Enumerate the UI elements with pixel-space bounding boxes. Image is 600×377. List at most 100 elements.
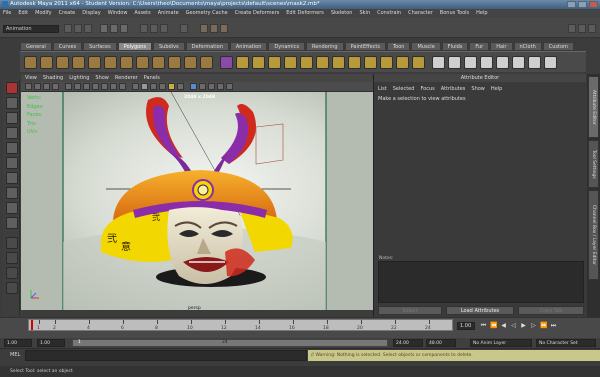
bookmark-icon[interactable] — [43, 83, 50, 90]
playback-start-field[interactable]: 1.00 — [37, 339, 65, 347]
tab-rendering[interactable]: Rendering — [306, 42, 344, 51]
combine-icon[interactable] — [220, 56, 233, 69]
new-scene-icon[interactable] — [64, 24, 72, 33]
layout-four-icon[interactable] — [6, 252, 18, 264]
poly-cube-icon[interactable] — [40, 56, 53, 69]
rotate-tool-icon[interactable] — [6, 142, 18, 154]
open-scene-icon[interactable] — [74, 24, 82, 33]
high-quality-icon[interactable] — [190, 83, 197, 90]
poly-pyramid-icon[interactable] — [136, 56, 149, 69]
menu-display[interactable]: Display — [82, 9, 100, 18]
menu-create[interactable]: Create — [59, 9, 76, 18]
shadows-icon[interactable] — [177, 83, 184, 90]
layout-persp-outliner-icon[interactable] — [6, 267, 18, 279]
gate-mask-icon[interactable] — [92, 83, 99, 90]
menu-constrain[interactable]: Constrain — [377, 9, 401, 18]
universal-manipulator-icon[interactable] — [6, 172, 18, 184]
layout-single-icon[interactable] — [6, 237, 18, 249]
select-hierarchy-icon[interactable] — [100, 24, 108, 33]
soft-modification-icon[interactable] — [6, 187, 18, 199]
menu-assets[interactable]: Assets — [134, 9, 150, 18]
tab-animation[interactable]: Animation — [229, 42, 268, 51]
smooth-shade-icon[interactable] — [141, 83, 148, 90]
grid-icon[interactable] — [65, 83, 72, 90]
boolean-intersect-icon[interactable] — [316, 56, 329, 69]
viewport-menu-shading[interactable]: Shading — [43, 74, 63, 82]
uv-editor-icon[interactable] — [496, 56, 509, 69]
menu-file[interactable]: File — [3, 9, 11, 18]
scale-tool-icon[interactable] — [6, 157, 18, 169]
tab-general[interactable]: General — [20, 42, 52, 51]
show-channel-box-icon[interactable] — [588, 24, 596, 33]
load-attributes-button[interactable]: Load Attributes — [446, 306, 514, 315]
layout-persp-graph-icon[interactable] — [6, 282, 18, 294]
wireframe-on-shaded-icon[interactable] — [150, 83, 157, 90]
uv-automatic-icon[interactable] — [480, 56, 493, 69]
animation-start-field[interactable]: 1.00 — [4, 339, 32, 347]
poly-pipe-icon[interactable] — [152, 56, 165, 69]
poly-sphere-icon[interactable] — [24, 56, 37, 69]
ae-menu-attributes[interactable]: Attributes — [441, 86, 466, 92]
snap-point-icon[interactable] — [160, 24, 168, 33]
poly-torus-icon[interactable] — [104, 56, 117, 69]
step-back-frame-icon[interactable]: ◀ — [500, 322, 507, 329]
xray-icon[interactable] — [199, 83, 206, 90]
select-tool-icon[interactable] — [6, 82, 18, 94]
tab-toon[interactable]: Toon — [386, 42, 411, 51]
snap-curve-icon[interactable] — [150, 24, 158, 33]
current-time-marker[interactable] — [31, 320, 33, 330]
maximize-button[interactable] — [578, 1, 587, 8]
play-forward-icon[interactable]: ▶ — [520, 322, 527, 329]
select-object-icon[interactable] — [110, 24, 118, 33]
tab-muscle[interactable]: Muscle — [411, 42, 441, 51]
poly-cylinder-icon[interactable] — [56, 56, 69, 69]
menu-edit-deformers[interactable]: Edit Deformers — [286, 9, 324, 18]
playback-end-field[interactable]: 24.00 — [393, 339, 423, 347]
uv-cylindrical-icon[interactable] — [448, 56, 461, 69]
lasso-tool-icon[interactable] — [6, 97, 18, 109]
menu-help[interactable]: Help — [476, 9, 487, 18]
step-forward-frame-icon[interactable]: ▷ — [530, 322, 537, 329]
tab-channel-box[interactable]: Channel Box / Layer Editor — [588, 190, 599, 280]
select-button[interactable]: Select — [378, 306, 442, 315]
mirror-geometry-icon[interactable] — [332, 56, 345, 69]
tab-custom[interactable]: Custom — [542, 42, 574, 51]
smooth-icon[interactable] — [268, 56, 281, 69]
current-frame-field[interactable]: 1.00 — [457, 322, 475, 330]
poly-platonic-icon[interactable] — [200, 56, 213, 69]
show-manipulator-icon[interactable] — [6, 202, 18, 214]
wireframe-icon[interactable] — [132, 83, 139, 90]
copy-tab-button[interactable]: Copy Tab — [518, 306, 584, 315]
isolate-select-icon[interactable] — [226, 83, 233, 90]
poly-plane-icon[interactable] — [88, 56, 101, 69]
menu-character[interactable]: Character — [408, 9, 433, 18]
append-polygon-icon[interactable] — [380, 56, 393, 69]
ae-menu-list[interactable]: List — [378, 86, 387, 92]
play-backward-icon[interactable]: ◁ — [510, 322, 517, 329]
ipr-render-icon[interactable] — [210, 24, 218, 33]
menu-create-deformers[interactable]: Create Deformers — [235, 9, 280, 18]
menu-skin[interactable]: Skin — [359, 9, 370, 18]
backface-culling-icon[interactable] — [217, 83, 224, 90]
step-back-key-icon[interactable]: ⏪ — [490, 322, 497, 329]
menu-set-dropdown[interactable]: Animation — [3, 25, 59, 33]
tab-deformation[interactable]: Deformation — [185, 42, 229, 51]
tab-surfaces[interactable]: Surfaces — [83, 42, 117, 51]
separate-icon[interactable] — [236, 56, 249, 69]
ae-menu-show[interactable]: Show — [471, 86, 485, 92]
uv-layout-icon[interactable] — [528, 56, 541, 69]
render-icon[interactable] — [200, 24, 208, 33]
viewport-menu-lighting[interactable]: Lighting — [69, 74, 89, 82]
extrude-icon[interactable] — [348, 56, 361, 69]
camera-attributes-icon[interactable] — [34, 83, 41, 90]
tab-hair[interactable]: Hair — [490, 42, 513, 51]
move-tool-icon[interactable] — [6, 127, 18, 139]
film-gate-icon[interactable] — [74, 83, 81, 90]
tab-attribute-editor[interactable]: Attribute Editor — [588, 76, 599, 138]
tab-dynamics[interactable]: Dynamics — [268, 42, 306, 51]
image-plane-icon[interactable] — [52, 83, 59, 90]
history-icon[interactable] — [180, 24, 188, 33]
tab-fluids[interactable]: Fluids — [441, 42, 469, 51]
tab-tool-settings[interactable]: Tool Settings — [588, 140, 599, 188]
perspective-viewport[interactable]: 弐 意 弐 — [21, 92, 373, 310]
